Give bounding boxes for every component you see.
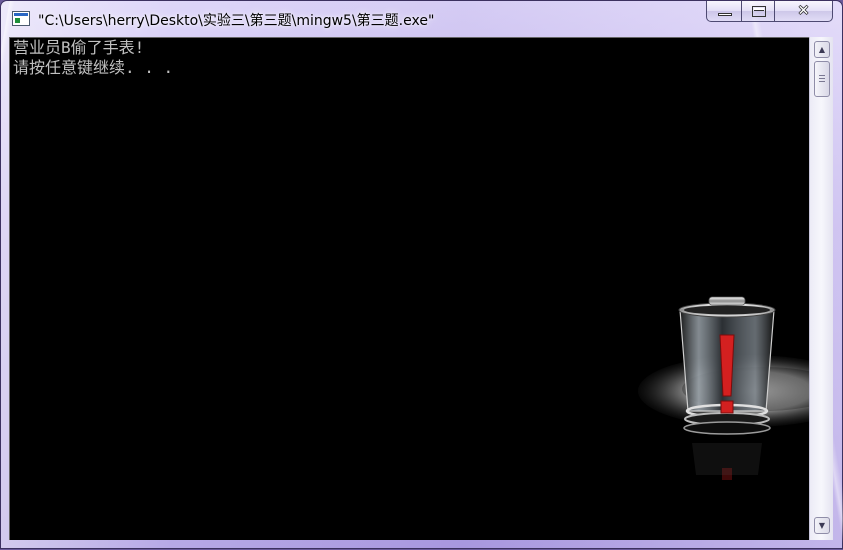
console-output-area[interactable]: 营业员B偷了手表! 请按任意键继续. . .	[9, 37, 809, 540]
scroll-down-button[interactable]: ▼	[814, 517, 830, 534]
console-app-icon[interactable]	[12, 11, 30, 26]
console-window: "C:\Users\herry\Deskto\实验三\第三题\mingw5\第三…	[0, 0, 843, 550]
grip-line	[819, 78, 825, 79]
console-line: 请按任意键继续. . .	[13, 58, 174, 77]
recycle-bin-icon	[638, 296, 809, 480]
scrollbar-thumb[interactable]	[814, 61, 830, 97]
console-line: 营业员B偷了手表!	[13, 38, 145, 57]
maximize-button[interactable]	[741, 1, 775, 22]
close-button[interactable]: ✕	[774, 1, 833, 22]
title-bar[interactable]: "C:\Users\herry\Deskto\实验三\第三题\mingw5\第三…	[1, 1, 843, 37]
minimize-button[interactable]	[706, 1, 742, 22]
maximize-icon	[752, 6, 766, 17]
scroll-up-button[interactable]: ▲	[814, 41, 830, 58]
close-icon: ✕	[797, 3, 810, 19]
grip-line	[819, 81, 825, 82]
caption-buttons: ✕	[706, 1, 833, 23]
grip-line	[819, 75, 825, 76]
window-title: "C:\Users\herry\Deskto\实验三\第三题\mingw5\第三…	[38, 13, 435, 29]
minimize-icon	[718, 13, 732, 16]
vertical-scrollbar[interactable]: ▲ ▼	[809, 37, 833, 540]
